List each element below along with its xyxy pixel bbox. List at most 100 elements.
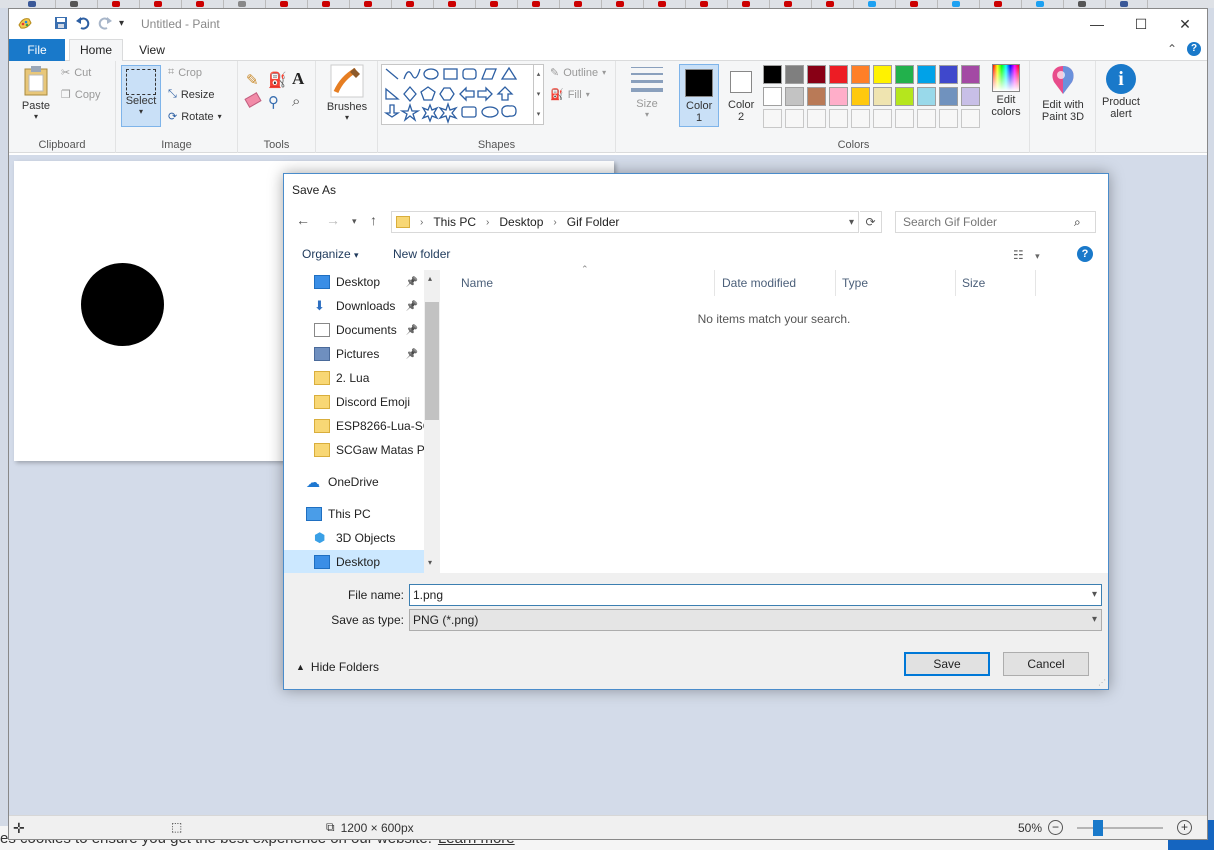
column-size[interactable]: Size bbox=[956, 270, 1036, 296]
fill-bucket-icon[interactable]: ⛽ bbox=[268, 71, 287, 89]
shapes-scroll[interactable]: ▴ ▾ ▾ bbox=[534, 64, 544, 125]
file-name-dropdown-icon[interactable]: ▾ bbox=[1092, 585, 1097, 605]
palette-swatch[interactable] bbox=[785, 87, 804, 106]
palette-swatch[interactable] bbox=[873, 65, 892, 84]
browser-tab[interactable] bbox=[316, 0, 350, 8]
custom-color-slot[interactable] bbox=[873, 109, 892, 128]
zoom-in-button[interactable]: + bbox=[1177, 820, 1193, 835]
nav-item[interactable]: Desktop bbox=[284, 550, 424, 573]
close-button[interactable]: ✕ bbox=[1163, 9, 1207, 39]
breadcrumb-desktop[interactable]: Desktop bbox=[499, 215, 543, 229]
edit-colors-button[interactable]: Edit colors bbox=[984, 64, 1028, 118]
browser-tab[interactable] bbox=[568, 0, 602, 8]
recent-locations-icon[interactable]: ▾ bbox=[352, 216, 357, 227]
browser-tab[interactable] bbox=[358, 0, 392, 8]
palette-swatch[interactable] bbox=[829, 87, 848, 106]
palette-swatch[interactable] bbox=[895, 65, 914, 84]
palette-swatch[interactable] bbox=[961, 87, 980, 106]
product-alert-button[interactable]: i Product alert bbox=[1098, 64, 1144, 120]
undo-icon[interactable] bbox=[75, 15, 91, 31]
custom-color-slot[interactable] bbox=[939, 109, 958, 128]
browser-tab[interactable] bbox=[232, 0, 266, 8]
nav-item[interactable]: Desktop 📌 bbox=[284, 270, 424, 294]
nav-item[interactable]: ☁ OneDrive bbox=[284, 470, 424, 494]
nav-item[interactable]: ESP8266-Lua-SC bbox=[284, 414, 424, 438]
zoom-slider-thumb[interactable] bbox=[1093, 819, 1104, 836]
organize-button[interactable]: Organize ▾ bbox=[302, 247, 359, 261]
browser-tab[interactable] bbox=[862, 0, 896, 8]
browser-tab[interactable] bbox=[526, 0, 560, 8]
custom-color-slot[interactable] bbox=[851, 109, 870, 128]
nav-item[interactable]: SCGaw Matas Pa bbox=[284, 438, 424, 462]
shapes-gallery[interactable] bbox=[381, 64, 534, 125]
browser-tab[interactable] bbox=[1030, 0, 1064, 8]
save-button[interactable]: Save bbox=[904, 652, 990, 676]
zoom-slider[interactable] bbox=[1077, 819, 1164, 836]
palette-swatch[interactable] bbox=[939, 87, 958, 106]
rotate-button[interactable]: ⟳ Rotate ▾ bbox=[168, 110, 222, 124]
palette-swatch[interactable] bbox=[763, 87, 782, 106]
zoom-out-button[interactable]: − bbox=[1048, 820, 1064, 835]
select-button[interactable]: Select ▾ bbox=[121, 65, 161, 127]
back-arrow-icon[interactable]: ← bbox=[296, 212, 310, 228]
browser-tab[interactable] bbox=[442, 0, 476, 8]
help-icon[interactable]: ? bbox=[1187, 42, 1201, 56]
save-icon[interactable] bbox=[53, 15, 69, 31]
browser-tab[interactable] bbox=[694, 0, 728, 8]
up-arrow-icon[interactable]: ↑ bbox=[370, 212, 377, 228]
browser-tab[interactable] bbox=[778, 0, 812, 8]
custom-color-slot[interactable] bbox=[829, 109, 848, 128]
browser-tab[interactable] bbox=[274, 0, 308, 8]
magnifier-icon[interactable]: ⌕ bbox=[292, 93, 300, 110]
browser-tab[interactable] bbox=[736, 0, 770, 8]
tab-view[interactable]: View bbox=[127, 39, 177, 61]
palette-swatch[interactable] bbox=[785, 65, 804, 84]
breadcrumb-gif-folder[interactable]: Gif Folder bbox=[567, 215, 620, 229]
save-type-select[interactable]: PNG (*.png) ▾ bbox=[409, 609, 1102, 631]
palette-swatch[interactable] bbox=[895, 87, 914, 106]
browser-tab[interactable] bbox=[190, 0, 224, 8]
maximize-button[interactable]: ☐ bbox=[1119, 9, 1163, 39]
palette-swatch[interactable] bbox=[851, 87, 870, 106]
nav-scroll-down-icon[interactable]: ▾ bbox=[428, 558, 432, 567]
palette-swatch[interactable] bbox=[961, 65, 980, 84]
custom-color-slot[interactable] bbox=[961, 109, 980, 128]
column-date-modified[interactable]: Date modified bbox=[716, 270, 836, 296]
browser-tab[interactable] bbox=[22, 0, 56, 8]
eraser-icon[interactable] bbox=[244, 92, 262, 108]
column-type[interactable]: Type bbox=[836, 270, 956, 296]
change-view-button[interactable]: ☷ ▾ bbox=[1013, 248, 1040, 262]
tab-home[interactable]: Home bbox=[69, 39, 123, 62]
palette-swatch[interactable] bbox=[807, 87, 826, 106]
nav-scroll-up-icon[interactable]: ▴ bbox=[428, 274, 432, 283]
browser-tab[interactable] bbox=[820, 0, 854, 8]
nav-item[interactable]: Pictures 📌 bbox=[284, 342, 424, 366]
resize-grip-icon[interactable]: ⋰ bbox=[1098, 678, 1106, 687]
refresh-button[interactable]: ⟳ bbox=[860, 211, 882, 233]
nav-item[interactable]: ⬢ 3D Objects bbox=[284, 526, 424, 550]
palette-swatch[interactable] bbox=[829, 65, 848, 84]
browser-tab[interactable] bbox=[484, 0, 518, 8]
palette-swatch[interactable] bbox=[939, 65, 958, 84]
browser-tab[interactable] bbox=[148, 0, 182, 8]
dialog-help-icon[interactable]: ? bbox=[1077, 246, 1093, 262]
collapse-ribbon-icon[interactable]: ⌃ bbox=[1167, 42, 1177, 56]
browser-tab[interactable] bbox=[1072, 0, 1106, 8]
nav-scrollbar-thumb[interactable] bbox=[425, 302, 439, 420]
address-dropdown-icon[interactable]: ▾ bbox=[849, 217, 854, 228]
breadcrumb-this-pc[interactable]: This PC bbox=[433, 215, 476, 229]
palette-swatch[interactable] bbox=[807, 65, 826, 84]
nav-item[interactable]: This PC bbox=[284, 502, 424, 526]
browser-tab[interactable] bbox=[988, 0, 1022, 8]
browser-tab[interactable] bbox=[64, 0, 98, 8]
palette-swatch[interactable] bbox=[763, 65, 782, 84]
cancel-button[interactable]: Cancel bbox=[1003, 652, 1089, 676]
palette-swatch[interactable] bbox=[851, 65, 870, 84]
paste-button[interactable]: Paste ▾ bbox=[15, 65, 57, 121]
browser-tab[interactable] bbox=[400, 0, 434, 8]
address-bar[interactable]: › This PC › Desktop › Gif Folder ▾ bbox=[391, 211, 859, 233]
color-picker-icon[interactable]: ⚲ bbox=[268, 93, 279, 111]
new-folder-button[interactable]: New folder bbox=[393, 247, 450, 261]
palette-swatch[interactable] bbox=[917, 65, 936, 84]
tab-file[interactable]: File bbox=[9, 39, 65, 61]
